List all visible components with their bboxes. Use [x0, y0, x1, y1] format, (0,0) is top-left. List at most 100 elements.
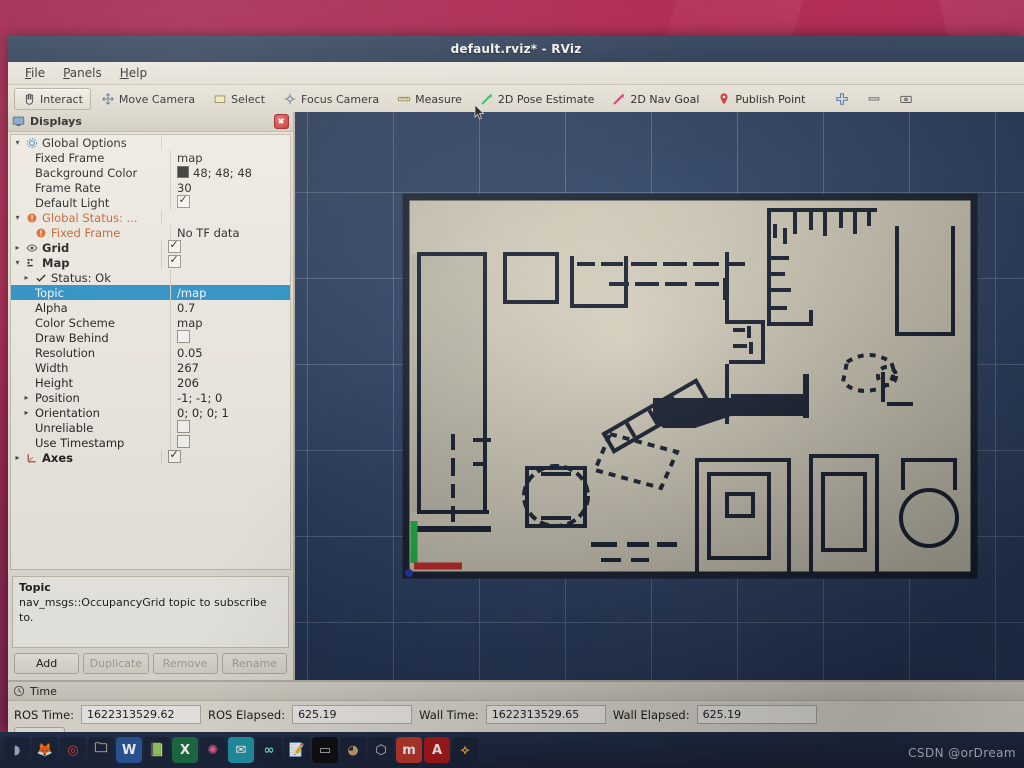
tree-row-draw-behind[interactable]: Draw Behind [11, 330, 290, 345]
tree-row-position[interactable]: ▸Position-1; -1; 0 [11, 390, 290, 405]
displays-tree[interactable]: ▾Global OptionsFixed FramemapBackground … [10, 134, 291, 570]
chevron-right-icon[interactable]: ▸ [22, 405, 31, 420]
tree-row-value-cell[interactable]: 0.7 [177, 301, 195, 315]
word-icon[interactable]: W [116, 737, 142, 763]
tool-2d-nav-goal[interactable]: 2D Nav Goal [604, 88, 707, 110]
menu-panels[interactable]: Panels [54, 64, 111, 82]
chevron-right-icon[interactable]: ▸ [22, 390, 31, 405]
tree-row-status-ok[interactable]: ▸Status: Ok [11, 270, 290, 285]
checkbox[interactable] [168, 255, 181, 268]
checkbox[interactable] [177, 330, 190, 343]
ros-elapsed-field[interactable]: 625.19 [292, 705, 412, 724]
property-description: Topic nav_msgs::OccupancyGrid topic to s… [12, 576, 289, 648]
add-button[interactable]: Add [14, 653, 79, 674]
tree-row-width[interactable]: Width267 [11, 360, 290, 375]
chevron-right-icon[interactable]: ▸ [13, 450, 22, 465]
chevron-right-icon[interactable]: ▸ [13, 240, 22, 255]
tool-focus-camera[interactable]: Focus Camera [275, 88, 387, 110]
tool-publish-point[interactable]: Publish Point [709, 88, 813, 110]
tree-row-value-cell[interactable]: 48; 48; 48 [177, 166, 252, 180]
tree-row-value-cell[interactable]: map [177, 151, 203, 165]
editor-icon[interactable]: 📝 [284, 737, 310, 763]
tree-row-resolution[interactable]: Resolution0.05 [11, 345, 290, 360]
terminal-icon[interactable]: ▭ [312, 737, 338, 763]
tree-row-orientation[interactable]: ▸Orientation0; 0; 0; 1 [11, 405, 290, 420]
tree-row-use-timestamp[interactable]: Use Timestamp [11, 435, 290, 450]
tree-row-fixed-frame[interactable]: Fixed FrameNo TF data [11, 225, 290, 240]
tree-row-unreliable[interactable]: Unreliable [11, 420, 290, 435]
tree-row-value-cell[interactable]: map [177, 316, 203, 330]
tree-row-frame-rate[interactable]: Frame Rate30 [11, 180, 290, 195]
tree-row-default-light[interactable]: Default Light [11, 195, 290, 210]
ros-time-field[interactable]: 1622313529.62 [81, 705, 201, 724]
wall-elapsed-field[interactable]: 625.19 [697, 705, 817, 724]
gazebo-icon[interactable]: ⬡ [368, 737, 394, 763]
tree-row-background-color[interactable]: Background Color48; 48; 48 [11, 165, 290, 180]
tool-add-plus[interactable] [827, 88, 857, 110]
pinwheel-icon[interactable]: ✺ [200, 737, 226, 763]
tool-2d-pose-estimate[interactable]: 2D Pose Estimate [472, 88, 603, 110]
wall-time-field[interactable]: 1622313529.65 [486, 705, 606, 724]
tree-row-value-cell[interactable]: No TF data [177, 226, 240, 240]
tree-row-value-cell[interactable]: /map [177, 286, 206, 300]
excel-icon[interactable]: X [172, 737, 198, 763]
brain-icon[interactable]: ◕ [340, 737, 366, 763]
tree-row-global-options[interactable]: ▾Global Options [11, 135, 290, 150]
menu-help[interactable]: Help [111, 64, 156, 82]
rviz-icon[interactable]: ⟡ [452, 737, 478, 763]
acrobat-icon[interactable]: A [424, 737, 450, 763]
notes-icon[interactable]: 📗 [144, 737, 170, 763]
tree-row-alpha[interactable]: Alpha0.7 [11, 300, 290, 315]
duplicate-button[interactable]: Duplicate [83, 653, 148, 674]
color-swatch[interactable] [177, 166, 189, 178]
tool-remove-minus[interactable] [859, 88, 889, 110]
checkbox[interactable] [177, 420, 190, 433]
chevron-right-icon[interactable]: ▸ [22, 270, 31, 285]
tree-row-value-cell[interactable] [177, 195, 190, 211]
checkbox[interactable] [168, 450, 181, 463]
tool-measure[interactable]: Measure [389, 88, 470, 110]
tool-select[interactable]: Select [205, 88, 273, 110]
link-icon[interactable]: ∞ [256, 737, 282, 763]
show-desktop-icon[interactable]: ◗ [4, 737, 30, 763]
tree-row-color-scheme[interactable]: Color Schememap [11, 315, 290, 330]
tree-row-value-cell[interactable] [177, 420, 190, 436]
tree-row-value-cell[interactable] [177, 330, 190, 346]
chrome-icon[interactable]: ◎ [60, 737, 86, 763]
chevron-down-icon[interactable]: ▾ [13, 135, 22, 150]
tree-row-global-status[interactable]: ▾Global Status: ... [11, 210, 290, 225]
select-rect-icon [213, 92, 227, 106]
checkbox[interactable] [177, 435, 190, 448]
tree-row-grid[interactable]: ▸Grid [11, 240, 290, 255]
tree-row-value-cell[interactable] [168, 255, 181, 271]
chevron-down-icon[interactable]: ▾ [13, 255, 22, 270]
checkbox[interactable] [177, 195, 190, 208]
tree-row-value-cell[interactable]: 0.05 [177, 346, 203, 360]
tool-interact[interactable]: Interact [14, 88, 91, 110]
tool-move-camera[interactable]: Move Camera [93, 88, 203, 110]
tree-row-value-cell[interactable]: 206 [177, 376, 199, 390]
files-icon[interactable]: 🗀 [88, 737, 114, 763]
mail-icon[interactable]: ✉ [228, 737, 254, 763]
tree-row-value-cell[interactable]: 267 [177, 361, 199, 375]
tree-row-topic[interactable]: Topic/map [11, 285, 290, 300]
checkbox[interactable] [168, 240, 181, 253]
remove-button[interactable]: Remove [153, 653, 218, 674]
tree-row-value-cell[interactable]: 0; 0; 0; 1 [177, 406, 229, 420]
tree-row-value-cell[interactable] [177, 435, 190, 451]
render-viewport[interactable] [295, 112, 1024, 680]
tree-row-name-cell: Topic [22, 286, 170, 300]
tree-row-axes[interactable]: ▸Axes [11, 450, 290, 465]
firefox-icon[interactable]: 🦊 [32, 737, 58, 763]
chevron-down-icon[interactable]: ▾ [13, 210, 22, 225]
tool-camera[interactable] [891, 88, 921, 110]
menu-file[interactable]: File [16, 64, 54, 82]
close-icon[interactable] [274, 114, 289, 129]
tree-row-fixed-frame[interactable]: Fixed Framemap [11, 150, 290, 165]
tree-row-value-cell[interactable]: -1; -1; 0 [177, 391, 222, 405]
rename-button[interactable]: Rename [222, 653, 287, 674]
tree-row-map[interactable]: ▾Map [11, 255, 290, 270]
tree-row-value-cell[interactable] [168, 450, 181, 466]
tree-row-height[interactable]: Height206 [11, 375, 290, 390]
im-icon[interactable]: m [396, 737, 422, 763]
